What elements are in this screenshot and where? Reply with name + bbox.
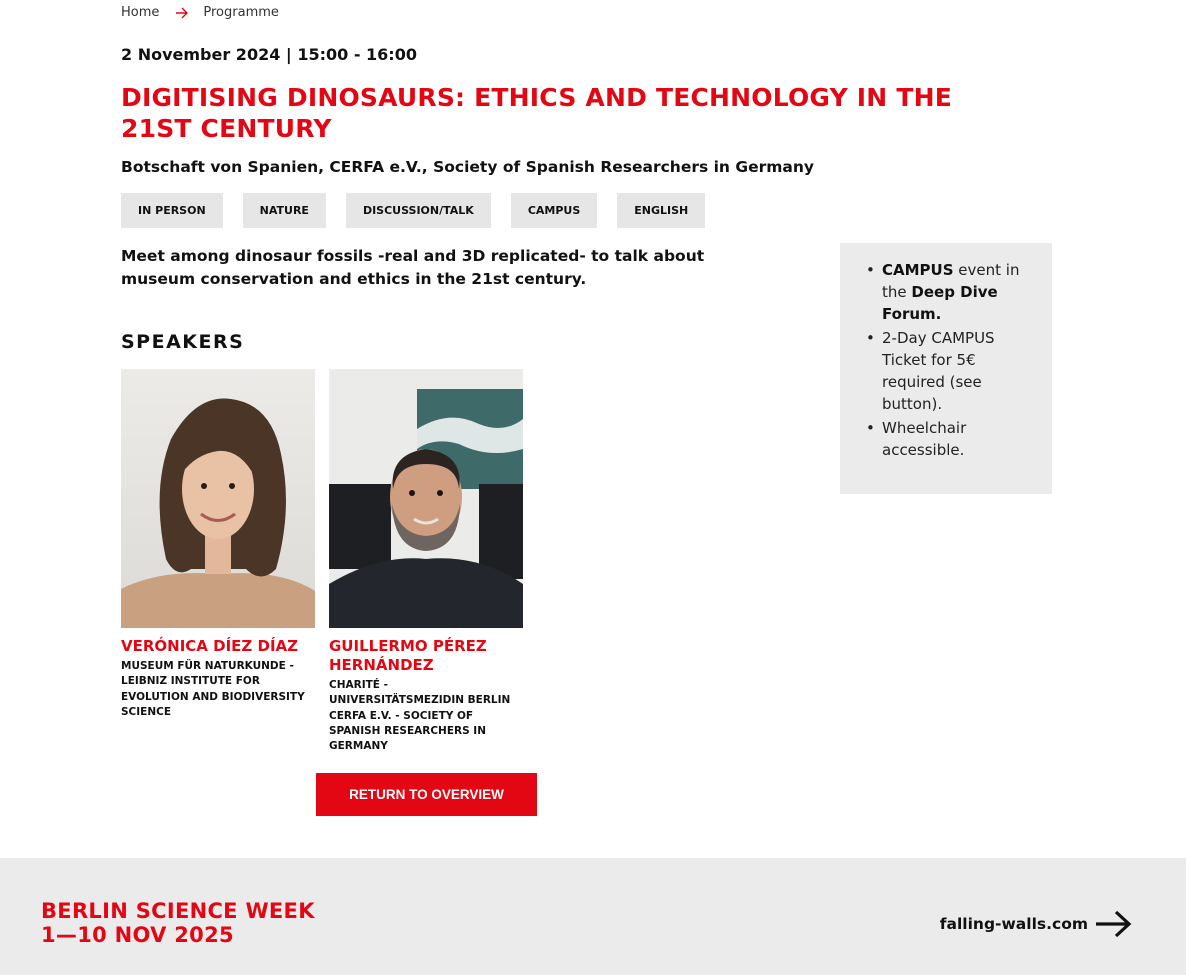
tag-list: IN PERSON NATURE DISCUSSION/TALK CAMPUS … bbox=[121, 193, 725, 228]
bullet-icon: • bbox=[866, 329, 875, 347]
falling-walls-link-label: falling-walls.com bbox=[939, 915, 1088, 933]
info-item-campus: • CAMPUS event in the Deep Dive Forum. bbox=[864, 259, 1032, 325]
falling-walls-link[interactable]: falling-walls.com bbox=[940, 908, 1134, 940]
speaker-name[interactable]: VERÓNICA DÍEZ DÍAZ bbox=[121, 637, 315, 656]
info-accessibility-text: Wheelchair accessible. bbox=[882, 419, 967, 459]
breadcrumb-current: Programme bbox=[203, 5, 279, 20]
speaker-photo bbox=[329, 369, 523, 628]
tag-discussion-talk[interactable]: DISCUSSION/TALK bbox=[345, 193, 491, 228]
tag-english[interactable]: ENGLISH bbox=[617, 193, 706, 228]
breadcrumb: Home Programme bbox=[121, 5, 279, 20]
info-campus-label: CAMPUS bbox=[882, 261, 954, 279]
bullet-icon: • bbox=[866, 261, 875, 279]
logo-line-2: 1—10 NOV 2025 bbox=[41, 923, 234, 947]
event-organizers: Botschaft von Spanien, CERFA e.V., Socie… bbox=[121, 158, 814, 176]
event-datetime: 2 November 2024 | 15:00 - 16:00 bbox=[121, 45, 417, 64]
speaker-card: GUILLERMO PÉREZ HERNÁNDEZ CHARITÉ - UNIV… bbox=[329, 369, 523, 754]
bullet-icon: • bbox=[866, 419, 875, 437]
return-to-overview-button[interactable]: RETURN TO OVERVIEW bbox=[316, 773, 537, 816]
info-ticket-text: 2-Day CAMPUS Ticket for 5€ required (see… bbox=[882, 329, 995, 413]
tag-in-person[interactable]: IN PERSON bbox=[121, 193, 223, 228]
tag-nature[interactable]: NATURE bbox=[242, 193, 326, 228]
speaker-photo bbox=[121, 369, 315, 628]
page-title: DIGITISING DINOSAURS: ETHICS AND TECHNOL… bbox=[121, 83, 952, 143]
event-info-box: • CAMPUS event in the Deep Dive Forum. •… bbox=[840, 243, 1052, 494]
berlin-science-week-logo[interactable]: BERLIN SCIENCE WEEK 1—10 NOV 2025 bbox=[41, 899, 315, 947]
logo-line-1: BERLIN SCIENCE WEEK bbox=[41, 899, 315, 923]
event-description: Meet among dinosaur fossils -real and 3D… bbox=[121, 247, 705, 288]
tag-campus[interactable]: CAMPUS bbox=[510, 193, 598, 228]
arrow-right-icon bbox=[176, 7, 189, 18]
speaker-affiliation: MUSEUM FÜR NATURKUNDE - LEIBNIZ INSTITUT… bbox=[121, 660, 305, 718]
arrow-right-icon bbox=[1096, 910, 1132, 938]
info-item-accessibility: • Wheelchair accessible. bbox=[864, 417, 1032, 461]
footer: BERLIN SCIENCE WEEK 1—10 NOV 2025 fallin… bbox=[0, 858, 1186, 975]
speaker-affiliation: CHARITÉ - UNIVERSITÄTSMEZIDIN BERLIN bbox=[329, 679, 511, 707]
breadcrumb-home-link[interactable]: Home bbox=[121, 5, 159, 20]
speakers-heading: SPEAKERS bbox=[121, 331, 245, 353]
speaker-card: VERÓNICA DÍEZ DÍAZ MUSEUM FÜR NATURKUNDE… bbox=[121, 369, 315, 720]
speaker-affiliation: CERFA E.V. - SOCIETY OF SPANISH RESEARCH… bbox=[329, 709, 486, 753]
speaker-name[interactable]: GUILLERMO PÉREZ HERNÁNDEZ bbox=[329, 637, 523, 675]
info-item-ticket: • 2-Day CAMPUS Ticket for 5€ required (s… bbox=[864, 327, 1032, 415]
